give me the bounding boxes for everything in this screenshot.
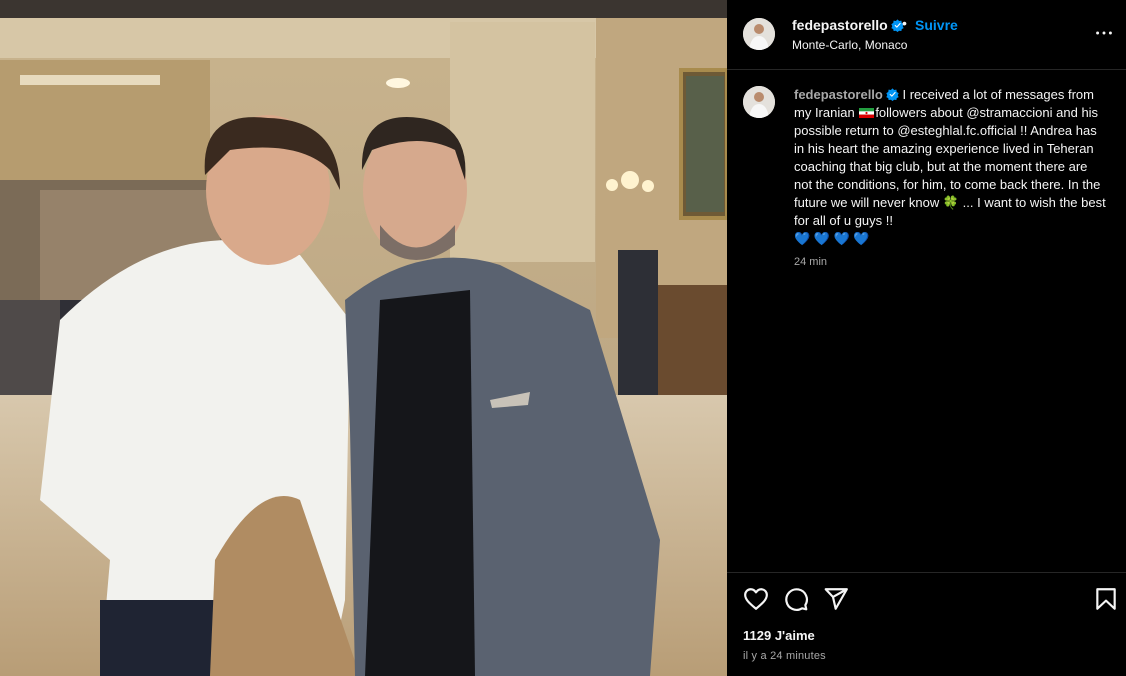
comment-icon[interactable] — [783, 586, 809, 612]
caption-time: 24 min — [794, 256, 828, 268]
post-photo[interactable] — [0, 0, 727, 676]
username-text[interactable]: fedepastorello — [792, 17, 888, 33]
post-date[interactable]: il y a 24 minutes — [743, 650, 826, 662]
author-username[interactable]: fedepastorello — [792, 17, 904, 33]
caption-username[interactable]: fedepastorello — [794, 87, 883, 102]
caption-avatar[interactable] — [743, 86, 775, 118]
verified-badge-icon — [886, 88, 899, 101]
bookmark-icon[interactable] — [1093, 586, 1119, 612]
post-header: fedepastorello • Suivre Monte-Carlo, Mon… — [727, 0, 1126, 70]
actions-divider — [727, 572, 1126, 573]
clover-emoji: 🍀 — [942, 195, 960, 210]
iran-flag-icon — [859, 108, 875, 118]
follow-button[interactable]: Suivre — [915, 17, 958, 33]
author-avatar[interactable] — [743, 18, 775, 50]
heart-icon[interactable] — [743, 586, 769, 612]
post-side-panel: fedepastorello • Suivre Monte-Carlo, Mon… — [727, 0, 1126, 676]
likes-count[interactable]: 1129 J'aime — [743, 628, 815, 643]
send-icon[interactable] — [823, 586, 849, 612]
header-separator: • — [902, 15, 907, 31]
post-caption: fedepastorello I received a lot of messa… — [794, 86, 1106, 248]
more-horizontal-icon[interactable] — [1093, 22, 1115, 44]
blue-hearts-emoji: 💙 💙 💙 💙 — [794, 231, 870, 246]
post-location[interactable]: Monte-Carlo, Monaco — [792, 38, 907, 52]
